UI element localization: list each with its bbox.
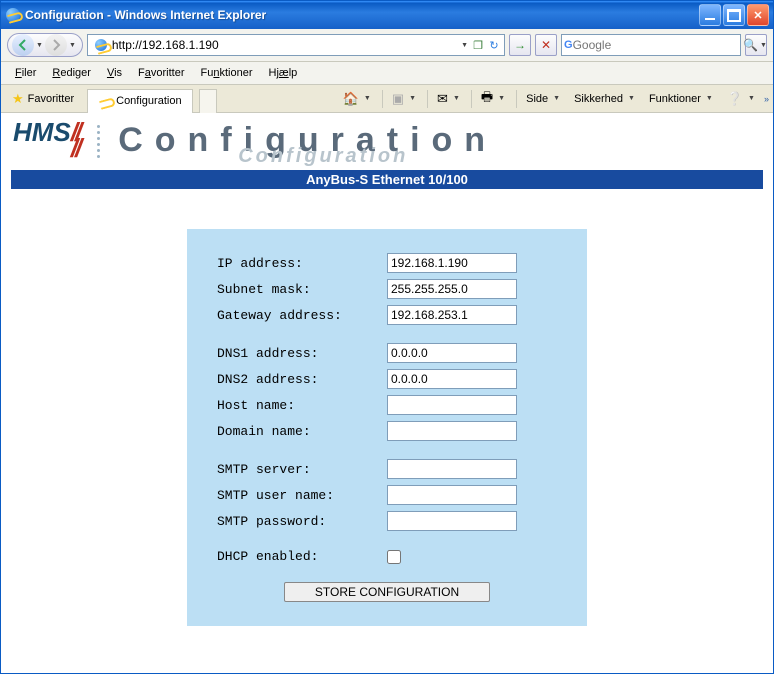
menu-rediger[interactable]: Rediger [46, 65, 97, 81]
page-menu[interactable]: Side▼ [521, 88, 567, 110]
forward-dropdown[interactable]: ▼ [69, 42, 76, 49]
address-input[interactable] [112, 36, 459, 54]
help-menu[interactable]: ❔▼ [722, 88, 762, 110]
toolbar-row: ★ Favoritter Configuration 🏠▼ ▣▼ ✉▼ 🖶▼ S… [1, 85, 773, 113]
input-smtp-user[interactable] [387, 485, 517, 505]
menu-hjaelp[interactable]: Hjælp [263, 65, 304, 81]
label-dns2: DNS2 address: [217, 372, 387, 387]
divider [516, 90, 517, 108]
hms-logo: HMS// // [13, 125, 79, 156]
label-gateway: Gateway address: [217, 308, 387, 323]
refresh-icon[interactable]: ↻ [486, 39, 502, 52]
input-domain[interactable] [387, 421, 517, 441]
star-icon: ★ [12, 91, 24, 107]
page-favicon [93, 37, 109, 53]
input-dns1[interactable] [387, 343, 517, 363]
minimize-button[interactable] [699, 4, 721, 26]
go-button[interactable]: → [509, 34, 531, 56]
page-content: HMS// // Configuration Configuration Any… [1, 113, 773, 673]
favorites-button[interactable]: ★ Favoritter [5, 88, 81, 110]
window-title: Configuration - Windows Internet Explore… [25, 8, 699, 22]
overflow-chevron[interactable]: » [764, 94, 769, 104]
input-subnet[interactable] [387, 279, 517, 299]
tools-menu[interactable]: Funktioner▼ [644, 88, 720, 110]
address-dropdown[interactable]: ▼ [461, 42, 468, 49]
label-host: Host name: [217, 398, 387, 413]
search-button[interactable]: 🔍▼ [745, 34, 767, 56]
address-bar[interactable]: ▼ ❐ ↻ [87, 34, 505, 56]
label-dns1: DNS1 address: [217, 346, 387, 361]
menu-bar: Filer Rediger Vis Favoritter Funktioner … [1, 62, 773, 85]
tab-favicon [98, 94, 112, 108]
page-header: HMS// // Configuration Configuration [1, 113, 773, 164]
input-gateway[interactable] [387, 305, 517, 325]
maximize-button[interactable] [723, 4, 745, 26]
mail-icon: ✉ [437, 91, 448, 107]
forward-button[interactable] [45, 34, 67, 56]
security-menu[interactable]: Sikkerhed▼ [569, 88, 642, 110]
page-title-block: Configuration Configuration [118, 121, 497, 160]
home-button[interactable]: 🏠▼ [338, 88, 378, 110]
input-host[interactable] [387, 395, 517, 415]
label-smtp-user: SMTP user name: [217, 488, 387, 503]
new-tab-button[interactable] [199, 89, 217, 113]
print-icon: 🖶 [481, 88, 493, 110]
back-dropdown[interactable]: ▼ [36, 42, 43, 49]
menu-vis[interactable]: Vis [101, 65, 128, 81]
store-configuration-button[interactable]: STORE CONFIGURATION [284, 582, 490, 602]
print-button[interactable]: 🖶▼ [476, 88, 512, 110]
mail-button[interactable]: ✉▼ [432, 88, 467, 110]
menu-favoritter[interactable]: Favoritter [132, 65, 190, 81]
app-window: Configuration - Windows Internet Explore… [0, 0, 774, 674]
input-dns2[interactable] [387, 369, 517, 389]
input-smtp-server[interactable] [387, 459, 517, 479]
ie-icon [5, 7, 21, 23]
divider [471, 90, 472, 108]
label-ip: IP address: [217, 256, 387, 271]
help-icon: ❔ [727, 91, 743, 107]
compat-icon[interactable]: ❐ [470, 39, 486, 52]
nav-row: ▼ ▼ ▼ ❐ ↻ → ✕ G 🔍▼ [1, 29, 773, 62]
input-ip[interactable] [387, 253, 517, 273]
config-form: IP address: Subnet mask: Gateway address… [187, 229, 587, 626]
label-subnet: Subnet mask: [217, 282, 387, 297]
back-button[interactable] [12, 34, 34, 56]
divider [382, 90, 383, 108]
home-icon: 🏠 [343, 91, 359, 107]
divider [427, 90, 428, 108]
menu-filer[interactable]: Filer [9, 65, 42, 81]
stop-button[interactable]: ✕ [535, 34, 557, 56]
tab-label: Configuration [116, 95, 181, 107]
nav-back-forward: ▼ ▼ [7, 33, 83, 57]
label-smtp-pass: SMTP password: [217, 514, 387, 529]
label-dhcp: DHCP enabled: [217, 549, 387, 564]
checkbox-dhcp[interactable] [387, 550, 401, 564]
page-title-shadow: Configuration [238, 145, 408, 168]
dots-separator [97, 125, 100, 158]
favorites-label: Favoritter [28, 93, 74, 105]
label-domain: Domain name: [217, 424, 387, 439]
google-icon: G [564, 39, 573, 51]
close-button[interactable] [747, 4, 769, 26]
search-input[interactable] [573, 38, 738, 52]
input-smtp-pass[interactable] [387, 511, 517, 531]
tab-configuration[interactable]: Configuration [87, 89, 192, 113]
search-bar[interactable]: G [561, 34, 741, 56]
product-bar: AnyBus-S Ethernet 10/100 [11, 170, 763, 189]
label-smtp-server: SMTP server: [217, 462, 387, 477]
menu-funktioner[interactable]: Funktioner [195, 65, 259, 81]
rss-icon: ▣ [392, 91, 404, 107]
feeds-button[interactable]: ▣▼ [387, 88, 423, 110]
title-bar: Configuration - Windows Internet Explore… [1, 1, 773, 29]
